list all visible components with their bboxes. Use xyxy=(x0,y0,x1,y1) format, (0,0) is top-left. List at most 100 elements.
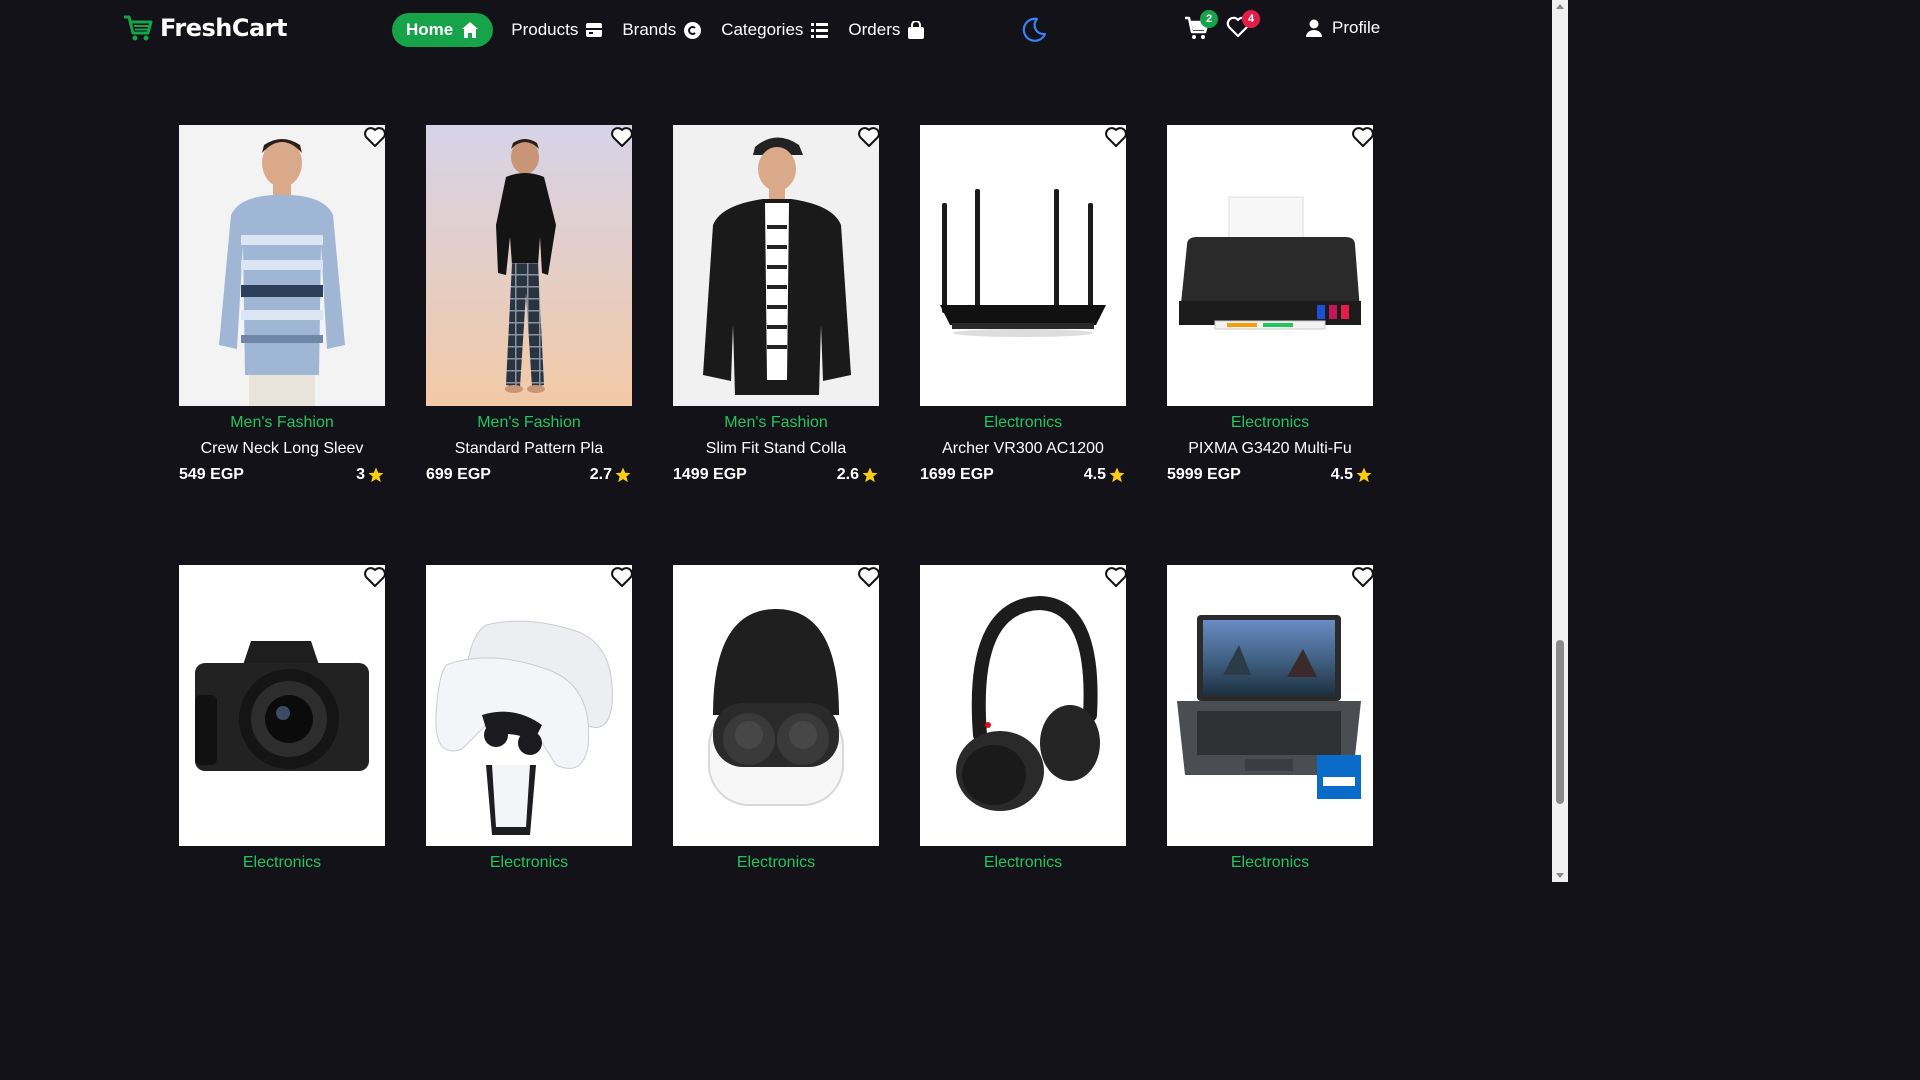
product-image[interactable] xyxy=(920,565,1126,846)
nav-products[interactable]: Products xyxy=(501,13,612,47)
product-category: Men's Fashion xyxy=(230,414,334,431)
wishlist-heart-icon[interactable] xyxy=(363,565,385,589)
cart-count-badge: 2 xyxy=(1200,10,1218,28)
product-title: PIXMA G3420 Multi-Fu xyxy=(1188,440,1352,457)
product-meta: 5999 EGP 4.5 xyxy=(1167,464,1373,486)
product-category: Electronics xyxy=(489,854,569,871)
product-price: 1499 EGP xyxy=(673,466,747,483)
scroll-up-icon[interactable] xyxy=(1556,4,1564,9)
star-icon xyxy=(368,467,384,483)
laptop-photo-icon xyxy=(1167,565,1373,846)
scroll-down-icon[interactable] xyxy=(1556,873,1564,878)
profile-link[interactable]: Profile xyxy=(1306,18,1380,38)
nav-categories-label: Categories xyxy=(721,20,804,39)
product-category: Men's Fashion xyxy=(724,414,828,431)
product-price: 699 EGP xyxy=(426,466,491,483)
earbuds-photo-icon xyxy=(673,565,879,846)
wishlist-heart-icon[interactable] xyxy=(363,125,385,149)
cart-button[interactable]: 2 xyxy=(1184,10,1218,44)
dark-mode-toggle-icon[interactable] xyxy=(1020,16,1048,44)
product-price: 1699 EGP xyxy=(920,466,994,483)
product-rating: 4.5 xyxy=(1331,466,1373,484)
product-image[interactable] xyxy=(426,565,632,846)
copyright-icon xyxy=(684,21,702,39)
nav-links: Home Products Brands Categories Orders xyxy=(392,12,934,48)
nav-categories[interactable]: Categories xyxy=(711,13,838,47)
product-image[interactable] xyxy=(1167,125,1373,406)
product-image[interactable] xyxy=(920,125,1126,406)
navbar: FreshCart Home Products Brands Categorie… xyxy=(0,0,1552,62)
product-grid: Men's Fashion Crew Neck Long Sleev 549 E… xyxy=(179,125,1373,1005)
sweater-photo-icon xyxy=(179,125,385,406)
products-icon xyxy=(586,23,603,37)
product-title: Slim Fit Stand Colla xyxy=(705,440,847,457)
user-icon xyxy=(1306,19,1322,37)
product-rating: 2.6 xyxy=(837,466,879,484)
product-card[interactable]: Men's Fashion Slim Fit Stand Colla 1499 … xyxy=(673,125,879,565)
leather-jacket-photo-icon xyxy=(673,125,879,406)
printer-photo-icon xyxy=(1167,125,1373,406)
product-image[interactable] xyxy=(673,125,879,406)
product-card[interactable]: Electronics xyxy=(920,565,1126,1005)
nav-home[interactable]: Home xyxy=(392,13,494,47)
product-meta: 1499 EGP 2.6 xyxy=(673,464,879,486)
wishlist-count-badge: 4 xyxy=(1242,10,1260,28)
controllers-photo-icon xyxy=(426,565,632,846)
cart-logo-icon xyxy=(124,15,153,41)
wishlist-heart-icon[interactable] xyxy=(610,125,632,149)
product-image[interactable] xyxy=(1167,565,1373,846)
product-image[interactable] xyxy=(673,565,879,846)
product-meta: 549 EGP 3 xyxy=(179,464,385,486)
product-image[interactable] xyxy=(426,125,632,406)
wishlist-heart-icon[interactable] xyxy=(610,565,632,589)
wishlist-heart-icon[interactable] xyxy=(857,565,879,589)
rating-value: 2.7 xyxy=(589,466,612,483)
product-category: Electronics xyxy=(1230,414,1310,431)
product-card[interactable]: Electronics xyxy=(426,565,632,1005)
brand-logo[interactable]: FreshCart xyxy=(122,14,287,42)
wishlist-heart-icon[interactable] xyxy=(1104,565,1126,589)
product-category: Electronics xyxy=(736,854,816,871)
product-meta: 699 EGP 2.7 xyxy=(426,464,632,486)
wishlist-button[interactable]: 4 xyxy=(1226,10,1260,44)
rating-value: 3 xyxy=(356,466,365,483)
router-photo-icon xyxy=(920,125,1126,406)
product-rating: 2.7 xyxy=(590,466,632,484)
product-card[interactable]: Electronics xyxy=(179,565,385,1005)
product-card[interactable]: Men's Fashion Standard Pattern Pla 699 E… xyxy=(426,125,632,565)
wishlist-heart-icon[interactable] xyxy=(1104,125,1126,149)
product-card[interactable]: Electronics PIXMA G3420 Multi-Fu 5999 EG… xyxy=(1167,125,1373,565)
nav-orders-label: Orders xyxy=(848,20,901,39)
product-image[interactable] xyxy=(179,565,385,846)
profile-label: Profile xyxy=(1332,18,1381,37)
star-icon xyxy=(1109,467,1125,483)
rating-value: 2.6 xyxy=(836,466,859,483)
product-rating: 3 xyxy=(356,466,385,484)
scrollbar-thumb[interactable] xyxy=(1556,640,1564,804)
nav-products-label: Products xyxy=(511,20,579,39)
product-card[interactable]: Electronics xyxy=(673,565,879,1005)
rating-value: 4.5 xyxy=(1330,466,1353,483)
wishlist-heart-icon[interactable] xyxy=(1351,125,1373,149)
camera-photo-icon xyxy=(179,565,385,846)
product-category: Electronics xyxy=(242,854,322,871)
page-scrollbar[interactable] xyxy=(1552,0,1568,882)
product-card[interactable]: Electronics Archer VR300 AC1200 1699 EGP… xyxy=(920,125,1126,565)
star-icon xyxy=(862,467,878,483)
nav-brands[interactable]: Brands xyxy=(612,13,711,47)
shopping-bag-icon xyxy=(908,21,925,39)
product-card[interactable]: Electronics xyxy=(1167,565,1373,1005)
nav-orders[interactable]: Orders xyxy=(838,13,934,47)
product-meta: 1699 EGP 4.5 xyxy=(920,464,1126,486)
wishlist-heart-icon[interactable] xyxy=(857,125,879,149)
headphones-photo-icon xyxy=(920,565,1126,846)
pajama-photo-icon xyxy=(426,125,632,406)
list-icon xyxy=(811,22,829,38)
product-category: Electronics xyxy=(983,854,1063,871)
home-icon xyxy=(462,22,479,38)
nav-brands-label: Brands xyxy=(622,20,677,39)
product-image[interactable] xyxy=(179,125,385,406)
wishlist-heart-icon[interactable] xyxy=(1351,565,1373,589)
product-card[interactable]: Men's Fashion Crew Neck Long Sleev 549 E… xyxy=(179,125,385,565)
product-rating: 4.5 xyxy=(1084,466,1126,484)
